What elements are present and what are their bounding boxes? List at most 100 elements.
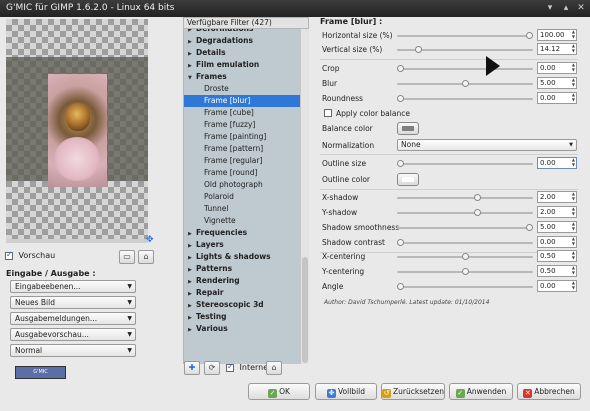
filter-home-button[interactable]: ⌂ — [266, 361, 282, 375]
filter-item[interactable]: Frame [painting] — [184, 131, 300, 143]
preview-refresh-button[interactable]: ⌂ — [138, 250, 154, 264]
spin-arrows-icon[interactable]: ▲ ▼ — [572, 265, 575, 275]
filter-category[interactable]: ▶ Stereoscopic 3d — [184, 299, 300, 311]
filter-item[interactable]: Vignette — [184, 215, 300, 227]
spin-arrows-icon[interactable]: ▲ ▼ — [572, 92, 575, 102]
x-centering-slider[interactable] — [397, 253, 533, 260]
slider-handle[interactable] — [415, 46, 423, 53]
spin-arrows-icon[interactable]: ▲ ▼ — [572, 280, 575, 290]
spin-arrows-icon[interactable]: ▲ ▼ — [572, 157, 575, 167]
outline-color-button[interactable] — [397, 173, 419, 186]
x-centering-spinbox[interactable]: 0.50 ▲ ▼ — [537, 250, 577, 262]
slider-handle[interactable] — [474, 194, 482, 201]
shadow-smoothness-spinbox[interactable]: 5.00 ▲ ▼ — [537, 221, 577, 233]
vertical-size-spinbox[interactable]: 14.12 ▲ ▼ — [537, 43, 577, 55]
preview-checkbox[interactable] — [5, 250, 13, 260]
filter-category[interactable]: ▶ Lights & shadows — [184, 251, 300, 263]
collapsed-arrow-icon[interactable]: ▶ — [188, 324, 196, 336]
slider-handle[interactable] — [461, 253, 469, 260]
filter-tree-scrollbar[interactable] — [300, 29, 309, 364]
y-centering-spinbox[interactable]: 0.50 ▲ ▼ — [537, 265, 577, 277]
slider-handle[interactable] — [474, 209, 482, 216]
spin-arrows-icon[interactable]: ▲ ▼ — [572, 206, 575, 216]
gmic-logo[interactable]: G'MIC — [15, 366, 66, 379]
scrollbar-thumb[interactable] — [302, 257, 308, 363]
apply-button[interactable]: ✓ Anwenden — [449, 383, 513, 400]
filter-category[interactable]: ▶ Various — [184, 323, 300, 335]
output-mode-select[interactable]: Neues Bild ▼ — [10, 296, 136, 309]
blur-slider[interactable] — [397, 80, 533, 87]
minimize-icon[interactable]: ▾ — [545, 3, 555, 13]
preview-toggle[interactable]: Vorschau — [5, 250, 55, 260]
preview-canvas[interactable] — [6, 19, 148, 239]
filter-category[interactable]: ▶ Repair — [184, 287, 300, 299]
filter-item[interactable]: Polaroid — [184, 191, 300, 203]
filter-category[interactable]: ▶ Testing — [184, 311, 300, 323]
spin-arrows-icon[interactable]: ▲ ▼ — [572, 191, 575, 201]
horizontal-size-slider[interactable] — [397, 32, 533, 39]
blend-mode-select[interactable]: Normal ▼ — [10, 344, 136, 357]
balance-color-button[interactable] — [397, 122, 419, 135]
x-shadow-spinbox[interactable]: 2.00 ▲ ▼ — [537, 191, 577, 203]
fullscreen-button[interactable]: ✥ Vollbild — [315, 383, 377, 400]
shadow-contrast-slider[interactable] — [397, 239, 533, 246]
filter-item[interactable]: Frame [round] — [184, 167, 300, 179]
move-icon[interactable]: ✥ — [146, 236, 154, 245]
apply-color-balance-checkbox[interactable] — [324, 109, 332, 117]
slider-handle[interactable] — [397, 239, 404, 246]
filter-category[interactable]: ▶ Patterns — [184, 263, 300, 275]
shadow-contrast-spinbox[interactable]: 0.00 ▲ ▼ — [537, 236, 577, 248]
filter-category[interactable]: ▶ Details — [184, 47, 300, 59]
param-apply-color-balance[interactable]: Apply color balance — [322, 107, 580, 121]
cancel-button[interactable]: ✕ Abbrechen — [517, 383, 581, 400]
y-shadow-spinbox[interactable]: 2.00 ▲ ▼ — [537, 206, 577, 218]
spin-arrows-icon[interactable]: ▲ ▼ — [572, 221, 575, 231]
internet-toggle[interactable]: Internet — [226, 362, 271, 372]
filter-category[interactable]: ▼ Frames — [184, 71, 300, 83]
filter-item[interactable]: Frame [fuzzy] — [184, 119, 300, 131]
filter-item[interactable]: Frame [regular] — [184, 155, 300, 167]
angle-spinbox[interactable]: 0.00 ▲ ▼ — [537, 280, 577, 292]
filter-item[interactable]: Old photograph — [184, 179, 300, 191]
filter-category[interactable]: ▶ Film emulation — [184, 59, 300, 71]
maximize-icon[interactable]: ▴ — [561, 3, 571, 13]
reset-button[interactable]: ↺ Zurücksetzen — [381, 383, 445, 400]
filter-item[interactable]: Frame [blur] — [184, 95, 300, 107]
input-layers-select[interactable]: Eingabeebenen... ▼ — [10, 280, 136, 293]
filter-category[interactable]: ▶ Degradations — [184, 35, 300, 47]
preview-zoom-button[interactable]: ▭ — [119, 250, 135, 264]
slider-handle[interactable] — [397, 283, 404, 290]
output-messages-select[interactable]: Ausgabemeldungen... ▼ — [10, 312, 136, 325]
spin-arrows-icon[interactable]: ▲ ▼ — [572, 62, 575, 72]
outline-size-spinbox[interactable]: 0.00 ▲ ▼ — [537, 157, 577, 169]
filter-category[interactable]: ▶ Rendering — [184, 275, 300, 287]
filter-item[interactable]: Frame [cube] — [184, 107, 300, 119]
normalization-select[interactable]: None ▼ — [397, 139, 577, 151]
filter-tree[interactable]: ▶ Deformations ▶Degradations▶Details▶Film … — [183, 29, 300, 364]
slider-handle[interactable] — [526, 224, 533, 231]
y-centering-slider[interactable] — [397, 268, 533, 275]
shadow-smoothness-slider[interactable] — [397, 224, 533, 231]
internet-checkbox[interactable] — [226, 362, 234, 372]
filters-header[interactable]: Verfügbare Filter (427) — [183, 17, 309, 29]
filter-item[interactable]: Droste — [184, 83, 300, 95]
close-icon[interactable]: ✕ — [576, 3, 586, 13]
output-preview-select[interactable]: Ausgabevorschau... ▼ — [10, 328, 136, 341]
filter-category[interactable]: ▶ Frequencies — [184, 227, 300, 239]
outline-size-slider[interactable] — [397, 160, 533, 167]
refresh-filters-button[interactable]: ⟳ — [204, 361, 220, 375]
spin-arrows-icon[interactable]: ▲ ▼ — [572, 77, 575, 87]
slider-handle[interactable] — [461, 80, 469, 87]
spin-arrows-icon[interactable]: ▲ ▼ — [572, 43, 575, 53]
crop-spinbox[interactable]: 0.00 ▲ ▼ — [537, 62, 577, 74]
filter-item[interactable]: Tunnel — [184, 203, 300, 215]
roundness-spinbox[interactable]: 0.00 ▲ ▼ — [537, 92, 577, 104]
filter-item[interactable]: Frame [pattern] — [184, 143, 300, 155]
spin-arrows-icon[interactable]: ▲ ▼ — [572, 236, 575, 246]
crop-slider[interactable] — [397, 65, 533, 72]
roundness-slider[interactable] — [397, 95, 533, 102]
slider-handle[interactable] — [397, 160, 404, 167]
preview-scrollbar[interactable] — [6, 239, 148, 243]
x-shadow-slider[interactable] — [397, 194, 533, 201]
spin-arrows-icon[interactable]: ▲ ▼ — [572, 250, 575, 260]
